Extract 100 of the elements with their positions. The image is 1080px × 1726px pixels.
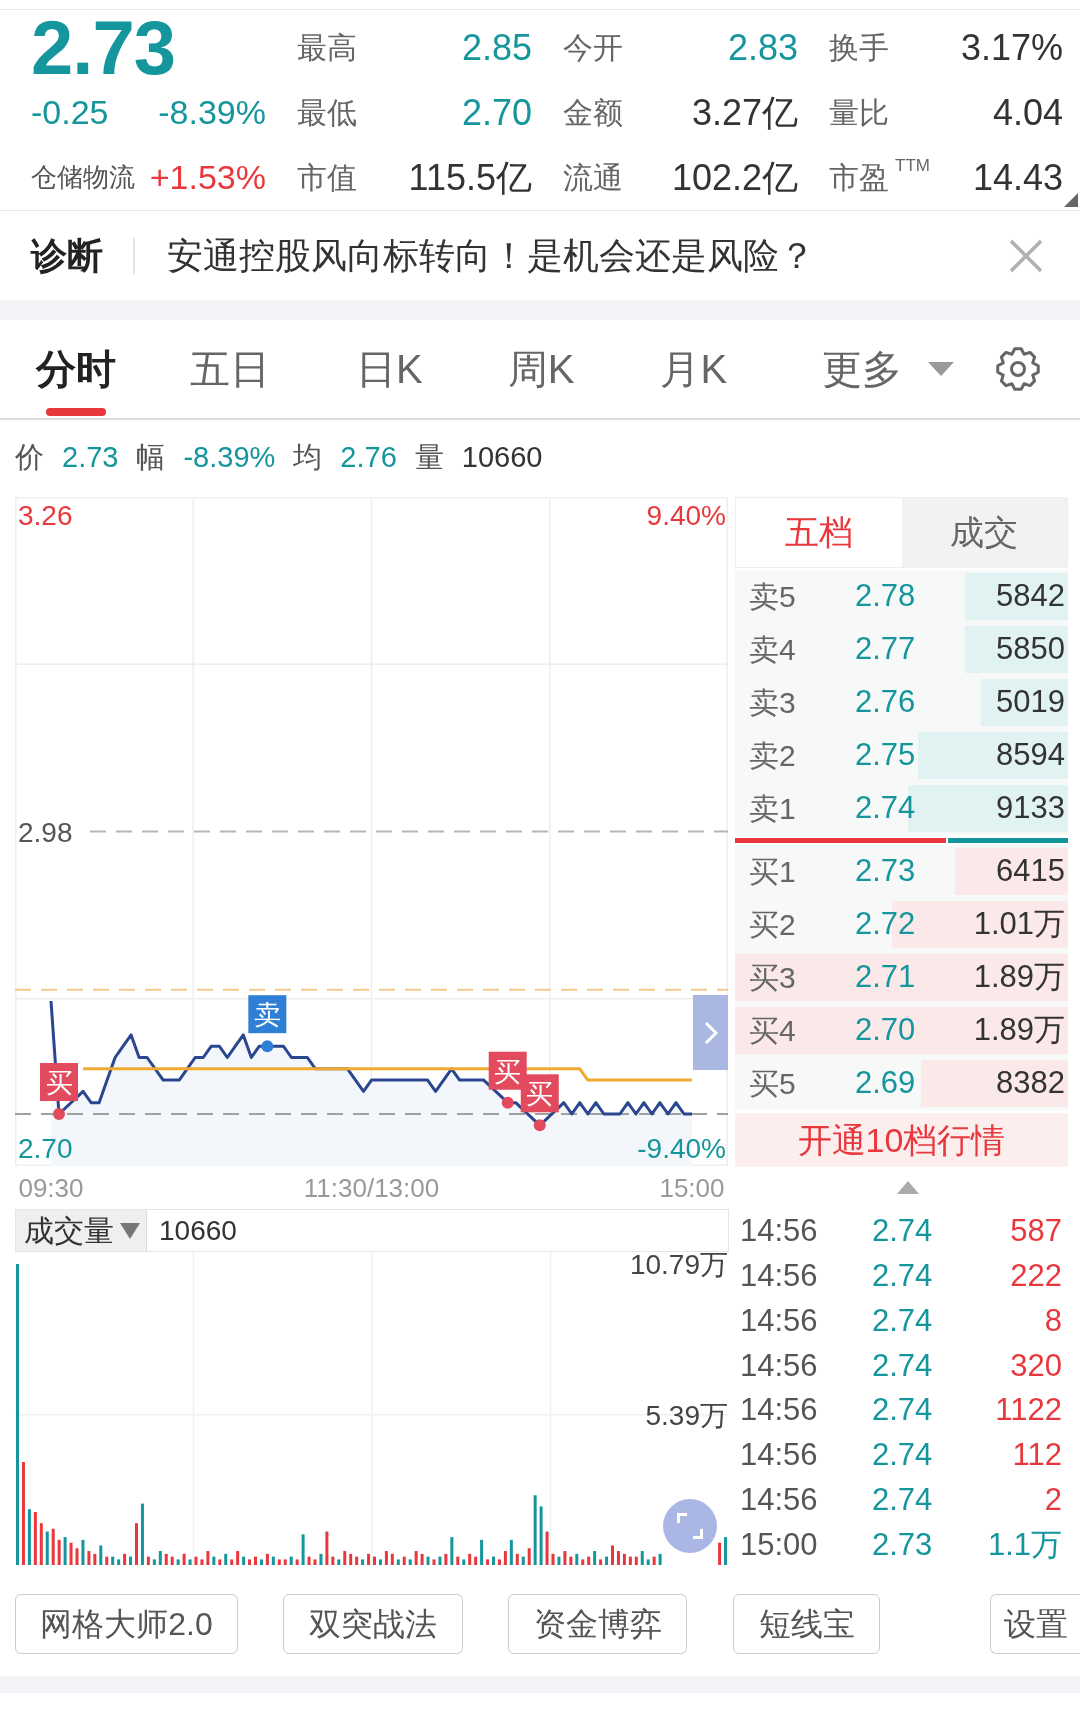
volume-bar (450, 1537, 454, 1565)
volume-bar (218, 1559, 222, 1565)
tool-button[interactable]: 双突战法 (283, 1594, 463, 1655)
time-axis-label: 15:00 (659, 1173, 725, 1203)
book-tab[interactable]: 成交 (901, 498, 1067, 567)
volume-bar (581, 1559, 585, 1565)
volume-bar (236, 1551, 240, 1565)
trade-price: 2.74 (872, 1212, 933, 1251)
upgrade-button[interactable]: 开通10档行情 (735, 1113, 1068, 1167)
volume-bar (301, 1534, 305, 1565)
diagnosis-headline[interactable]: 安通控股风向标转向！是机会还是风险？ (167, 228, 815, 283)
chart-tab[interactable]: 分时 (36, 320, 116, 418)
order-price: 2.70 (855, 1011, 916, 1050)
volume-bar (384, 1551, 388, 1565)
trade-time: 14:56 (740, 1436, 819, 1475)
trade-time: 15:00 (740, 1525, 819, 1564)
close-icon[interactable] (1009, 238, 1043, 273)
volume-bar (194, 1556, 198, 1565)
volume-bar (545, 1531, 549, 1565)
chart-tab[interactable]: 周K (507, 320, 575, 418)
stat-value: 115.5亿 (408, 159, 532, 196)
stat-value: 102.2亿 (671, 159, 798, 196)
volume-bar (402, 1556, 406, 1565)
volume-bar (307, 1556, 311, 1565)
stat-label: 金额 (563, 95, 623, 131)
volume-bar (456, 1556, 460, 1565)
order-volume: 9133 (996, 789, 1065, 828)
axis-label: 10.79万 (629, 1252, 728, 1280)
volume-bar (265, 1553, 269, 1565)
volume-bar (616, 1551, 620, 1565)
volume-bar (486, 1559, 490, 1565)
summary-label: 均 (293, 439, 323, 475)
volume-bar (158, 1551, 162, 1565)
trade-price: 2.74 (872, 1391, 933, 1430)
order-volume: 5019 (996, 683, 1065, 722)
volume-bar (539, 1506, 543, 1565)
volume-bar (515, 1553, 519, 1565)
chart-tab[interactable]: 月K (660, 320, 728, 418)
volume-bar (170, 1556, 174, 1565)
chart-tab[interactable]: 五日 (190, 320, 270, 418)
tool-button[interactable]: 网格大师2.0 (15, 1594, 238, 1655)
volume-bar (575, 1553, 579, 1565)
volume-bar (628, 1556, 632, 1565)
volume-bar (277, 1559, 281, 1565)
volume-bar (63, 1537, 67, 1565)
volume-bar (474, 1556, 478, 1565)
order-price: 2.69 (855, 1064, 916, 1103)
order-volume: 8382 (996, 1064, 1065, 1103)
volume-bar (188, 1559, 192, 1565)
volume-bar (313, 1559, 317, 1565)
volume-bar (718, 1542, 722, 1565)
chart-tab[interactable]: 日K (356, 320, 423, 418)
trade-price: 2.74 (872, 1436, 933, 1475)
stat-label: 最高 (297, 30, 357, 66)
tool-button[interactable]: 资金博弈 (508, 1594, 687, 1655)
order-volume: 1.89万 (973, 1011, 1065, 1050)
trade-volume: 222 (1010, 1256, 1062, 1295)
caret-icon (928, 362, 955, 376)
volume-bar (242, 1556, 246, 1565)
trade-time: 14:56 (740, 1346, 819, 1385)
up-triangle-icon[interactable] (896, 1181, 919, 1194)
volume-bar (140, 1503, 144, 1565)
caret-icon (120, 1222, 140, 1239)
volume-bar (438, 1556, 442, 1565)
volume-bar (283, 1559, 287, 1565)
trade-volume: 320 (1010, 1346, 1062, 1385)
volume-bar (509, 1539, 513, 1565)
fullscreen-button[interactable] (663, 1499, 717, 1553)
order-price: 2.78 (855, 577, 916, 616)
summary-value: -8.39% (183, 439, 276, 475)
volume-bar (420, 1553, 424, 1565)
tool-button[interactable]: 设置 (990, 1594, 1080, 1655)
expand-icon (677, 1513, 703, 1539)
volume-bar (99, 1545, 103, 1565)
volume-bar (414, 1551, 418, 1565)
corner-triangle-icon[interactable] (1064, 193, 1078, 207)
volume-bar (123, 1553, 127, 1565)
order-level-label: 卖4 (749, 632, 797, 668)
order-price: 2.77 (855, 630, 916, 669)
stat-value: 3.17% (960, 29, 1063, 66)
chart-tab[interactable]: 更多 (822, 320, 955, 418)
indicator-select[interactable]: 成交量 (16, 1210, 147, 1251)
volume-bar (45, 1531, 49, 1565)
volume-bar (563, 1551, 567, 1565)
sector-name[interactable]: 仓储物流 (31, 158, 135, 197)
stat-value: 14.43 (972, 159, 1063, 196)
settings-icon[interactable] (996, 347, 1040, 391)
tool-button[interactable]: 短线宝 (733, 1594, 880, 1655)
volume-bar (176, 1559, 180, 1565)
volume-bar (129, 1556, 133, 1565)
summary-value: 2.76 (340, 439, 397, 475)
volume-bar (408, 1559, 412, 1565)
volume-bar (569, 1556, 573, 1565)
collapse-handle[interactable] (693, 995, 728, 1070)
volume-bar (254, 1556, 257, 1565)
order-price: 2.73 (855, 852, 916, 891)
volume-bar (212, 1556, 216, 1565)
volume-bar (182, 1553, 186, 1565)
summary-label: 价 (15, 439, 44, 475)
order-volume: 5842 (996, 577, 1065, 616)
